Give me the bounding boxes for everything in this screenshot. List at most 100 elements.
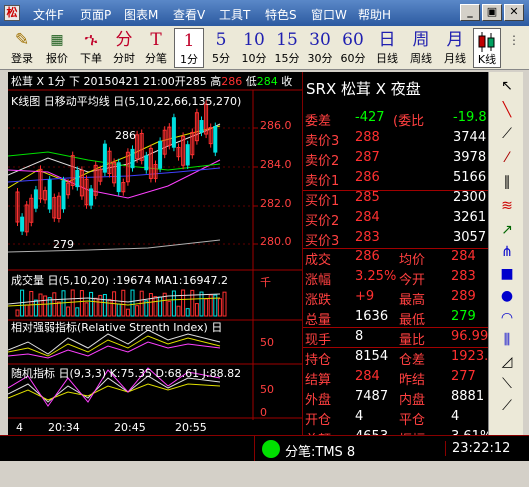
period-month-button[interactable]: 月 月线 xyxy=(439,28,471,68)
volume-bar xyxy=(167,300,172,317)
intraday-button[interactable]: 分 分时 xyxy=(108,28,140,68)
menu-page[interactable]: 页面P xyxy=(80,6,111,23)
menu-view[interactable]: 查看V xyxy=(173,6,205,23)
period-30min-label: 30分 xyxy=(307,52,333,65)
volume-bar xyxy=(222,291,227,317)
ray-tool-icon[interactable]: ⟋ xyxy=(499,126,515,142)
volume-bar xyxy=(75,307,80,317)
quote-label-2: 最低 xyxy=(399,313,426,328)
quote-value-2: 96.99 xyxy=(451,329,488,344)
quote-value-1: -427 xyxy=(355,110,385,125)
measure-tool-icon[interactable]: ⟋ xyxy=(499,398,515,414)
period-1min-button[interactable]: 1 1分 xyxy=(174,28,204,68)
quote-value-1: 4 xyxy=(355,409,364,424)
price-tick-286: 286.0 xyxy=(260,119,292,132)
connection-status-icon xyxy=(262,440,280,458)
period-1min-label: 1分 xyxy=(180,53,198,66)
fan-tool-icon[interactable]: ⋔ xyxy=(499,244,515,260)
period-5min-button[interactable]: 5 5分 xyxy=(206,28,236,68)
period-60min-label: 60分 xyxy=(340,52,366,65)
volume-bar xyxy=(185,308,190,317)
volume-bar xyxy=(116,303,121,317)
quote-value-1: 284 xyxy=(355,369,380,384)
rectangle-tool-icon[interactable]: ■ xyxy=(499,266,515,282)
quote-value-1: 285 xyxy=(355,190,380,205)
arc-tool-icon[interactable]: ◠ xyxy=(499,310,515,326)
quote-value-2: 3057 xyxy=(453,230,487,245)
quote-label-2: 最高 xyxy=(399,293,426,308)
gann-tool-icon[interactable]: ◿ xyxy=(499,354,515,370)
rsi-line xyxy=(8,341,221,359)
volume-bar xyxy=(93,297,98,317)
volume-bar xyxy=(158,296,163,317)
close-button[interactable]: ✕ xyxy=(504,4,524,21)
period-month-label: 月线 xyxy=(444,52,466,65)
quote-value-1: 287 xyxy=(355,150,380,165)
channel-tool-icon[interactable]: ≋ xyxy=(499,198,515,214)
quote-icon: ▦ xyxy=(50,32,64,48)
period-week-button[interactable]: 周 周线 xyxy=(405,28,437,68)
menu-features[interactable]: 特色S xyxy=(265,6,297,23)
candle-body xyxy=(47,179,52,210)
status-left-pane xyxy=(0,436,255,462)
ellipse-tool-icon[interactable]: ● xyxy=(499,288,515,304)
status-text: 分笔:TMS 8 xyxy=(285,445,356,460)
volume-bar xyxy=(217,298,222,317)
candlestick-icon xyxy=(474,29,500,53)
quote-row: 外盘 7487 内盘 8881 xyxy=(303,387,488,408)
kdj-tick-50: 50 xyxy=(260,383,274,396)
volume-bar xyxy=(102,294,107,317)
menu-chart[interactable]: 图表M xyxy=(124,6,158,23)
parallel-tool-icon[interactable]: ∥ xyxy=(499,174,515,190)
quote-value-2: 2300 xyxy=(453,190,487,205)
time-tick-1: 20:34 xyxy=(48,421,80,434)
arrow-tool-icon[interactable]: ↗ xyxy=(499,222,515,238)
quote-value-2: 279 xyxy=(451,309,476,324)
chart-header-high-label: 高 xyxy=(210,75,222,88)
quote-value-2: 4 xyxy=(451,409,460,424)
menu-file[interactable]: 文件F xyxy=(33,6,64,23)
quote-row: 卖价3 288 3744 xyxy=(303,128,488,149)
kline-button[interactable]: K线 xyxy=(473,28,501,68)
period-15min-button[interactable]: 15 15分 xyxy=(271,28,303,68)
minimize-button[interactable]: _ xyxy=(460,4,480,21)
segment-tool-icon[interactable]: ⁄ xyxy=(499,150,515,166)
menu-tools[interactable]: 工具T xyxy=(219,6,250,23)
volume-bar xyxy=(135,305,140,317)
period-day-button[interactable]: 日 日线 xyxy=(371,28,403,68)
cursor-arrow-icon[interactable]: ↖ xyxy=(499,78,515,94)
candle-body xyxy=(144,155,149,171)
menu-help[interactable]: 帮助H xyxy=(358,6,391,23)
period-tool-icon[interactable]: ⫼ xyxy=(499,332,515,348)
fib-tool-icon[interactable]: ⟍ xyxy=(499,376,515,392)
volume-bar xyxy=(15,309,20,317)
quote-value-2: 3261 xyxy=(453,210,487,225)
chart-header-low-label: 低 xyxy=(245,75,257,88)
quote-button[interactable]: ▦ 报价 xyxy=(40,28,74,68)
quote-title: SRX 松茸 X 夜盘 xyxy=(306,80,421,98)
order-button[interactable]: ኁ 下单 xyxy=(74,28,108,68)
login-button[interactable]: ✎ 登录 xyxy=(4,28,40,68)
toolbar-more-button[interactable]: ⋮ xyxy=(503,28,525,68)
volume-bar xyxy=(56,301,61,317)
chart-header-close-label: 收 xyxy=(281,75,293,88)
volume-bar xyxy=(24,304,29,317)
order-label: 下单 xyxy=(80,52,102,65)
restore-button[interactable]: ▣ xyxy=(482,4,502,21)
period-30min-button[interactable]: 30 30分 xyxy=(304,28,336,68)
volume-bar xyxy=(121,289,126,317)
quote-value-2: 289 xyxy=(451,289,476,304)
line-tool-icon[interactable]: ╲ xyxy=(499,102,515,118)
app-icon[interactable]: 松 xyxy=(4,5,20,21)
quote-value-1: 7487 xyxy=(355,389,389,404)
quote-label-2: 昨结 xyxy=(399,373,426,388)
kline-chart[interactable]: 松茸 X 1分 下 20150421 21:00开285 高286 低284 收… xyxy=(8,72,302,420)
period-week-glyph: 周 xyxy=(412,30,430,50)
period-60min-button[interactable]: 60 60分 xyxy=(337,28,369,68)
chart-header: 松茸 X 1分 下 20150421 21:00开285 高286 低284 收 xyxy=(11,75,292,88)
drawing-tool-strip: ↖ ╲ ⟋ ⁄ ∥ ≋ ↗ ⋔ ■ ● ◠ ⫼ ◿ ⟍ ⟋ xyxy=(488,72,523,435)
time-axis: 4 20:34 20:45 20:55 xyxy=(8,420,302,436)
menu-window[interactable]: 窗口W xyxy=(311,6,347,23)
period-10min-button[interactable]: 10 10分 xyxy=(238,28,270,68)
tick-button[interactable]: T 分笔 xyxy=(140,28,172,68)
